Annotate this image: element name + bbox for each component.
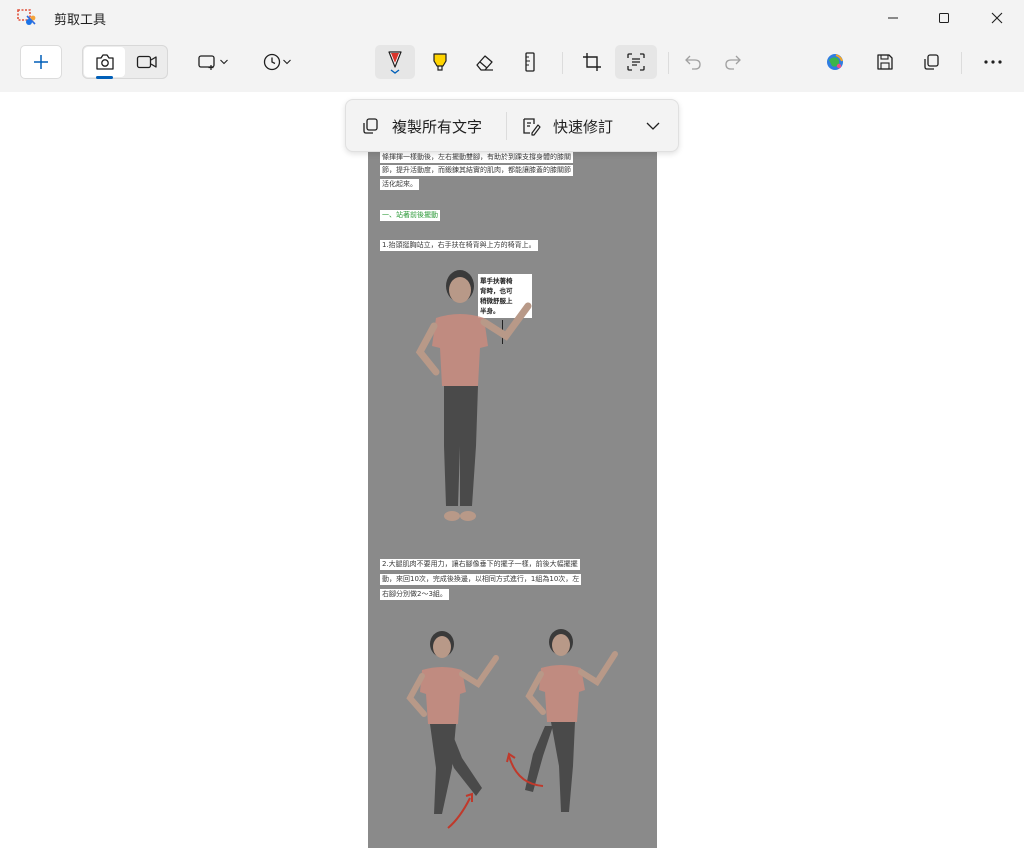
- doc-text-line: 動，來回10次，完成後換邊，以相同方式進行，1組為10次，左: [380, 574, 582, 585]
- snip-shape-dropdown[interactable]: [190, 45, 236, 79]
- copy-all-text-label: 複製所有文字: [392, 117, 483, 136]
- quick-redact-label: 快速修訂: [553, 117, 614, 136]
- eraser-button[interactable]: [465, 45, 505, 79]
- crop-icon: [583, 53, 601, 71]
- undo-button[interactable]: [673, 45, 713, 79]
- screenshot-mode-button[interactable]: [84, 47, 125, 77]
- person-swing-backward-illustration: [506, 629, 618, 812]
- doc-text-line: 活化起來。: [380, 179, 419, 190]
- text-actions-icon: [627, 53, 645, 71]
- camera-icon: [95, 54, 114, 70]
- highlighter-icon: [433, 53, 447, 71]
- save-icon: [877, 54, 893, 70]
- toolbar: [0, 36, 1024, 93]
- eraser-icon: [476, 55, 493, 71]
- video-mode-button[interactable]: [127, 47, 167, 77]
- minimize-button[interactable]: [868, 0, 918, 36]
- rectangle-snip-icon: [198, 55, 215, 70]
- doc-text-line: 節，提升活動度，而鍛鍊其結實的肌肉，都能讓膝蓋的膝關節: [380, 165, 573, 176]
- save-button[interactable]: [865, 45, 905, 79]
- undo-icon: [685, 55, 701, 70]
- snipping-tool-app-icon: [17, 9, 36, 25]
- chevron-down-icon: [220, 59, 228, 65]
- edit-in-paint3d-button[interactable]: [815, 45, 855, 79]
- text-actions-separator: [506, 112, 507, 140]
- doc-text-line: 右腳分別做2～3組。: [380, 589, 449, 600]
- doc-text-line: 2.大腿肌肉不要用力，讓右腳像垂下的擺子一樣，前後大幅擺擺: [380, 559, 580, 570]
- highlighter-button[interactable]: [420, 45, 460, 79]
- ballpoint-pen-icon: [388, 51, 402, 74]
- copy-icon: [924, 54, 939, 70]
- window-title: 剪取工具: [54, 13, 107, 28]
- redact-icon: [523, 118, 541, 136]
- maximize-button[interactable]: [919, 0, 969, 36]
- active-mode-indicator: [96, 76, 113, 79]
- close-button[interactable]: [972, 0, 1022, 36]
- crop-button[interactable]: [572, 45, 612, 79]
- doc-text-line: 1.抬頭挺胸站立，右手扶在椅背與上方的椅背上。: [380, 240, 538, 251]
- person-standing-illustration: [415, 270, 532, 521]
- video-camera-icon: [136, 55, 157, 69]
- plus-icon: [34, 55, 48, 69]
- doc-text-line: 條揮揮一樣動後，左右擺動雙腳，有助於到踝支撐身體的膝關: [380, 152, 573, 163]
- copy-button[interactable]: [911, 45, 951, 79]
- quick-redact-dropdown[interactable]: [638, 109, 668, 143]
- section-heading: 一、站著前後擺動: [380, 210, 440, 221]
- person-swing-forward-illustration: [406, 631, 499, 829]
- quick-redact-button[interactable]: 快速修訂: [521, 109, 613, 143]
- chevron-down-icon: [283, 59, 291, 65]
- maximize-icon: [939, 13, 949, 23]
- paint3d-icon: [827, 54, 843, 70]
- snipping-tool-window: 剪取工具 條揮揮一樣動後，左右擺動雙腳，有助於到踝支撐身體的膝關 節，提升活動度…: [0, 0, 1024, 856]
- text-actions-bar: 複製所有文字 快速修訂: [345, 99, 679, 152]
- minimize-icon: [888, 17, 898, 19]
- copy-all-text-button[interactable]: 複製所有文字: [360, 109, 482, 143]
- title-bar: 剪取工具: [0, 0, 1024, 36]
- more-icon: [984, 60, 1002, 64]
- copy-icon: [363, 118, 378, 134]
- toolbar-separator: [668, 52, 669, 74]
- ruler-icon: [525, 52, 535, 72]
- ruler-button[interactable]: [510, 45, 550, 79]
- clock-icon: [263, 53, 281, 71]
- ballpoint-pen-button[interactable]: [375, 45, 415, 79]
- text-actions-button[interactable]: [615, 45, 657, 79]
- delay-dropdown[interactable]: [254, 45, 300, 79]
- captured-image: 條揮揮一樣動後，左右擺動雙腳，有助於到踝支撐身體的膝關 節，提升活動度，而鍛鍊其…: [368, 148, 657, 848]
- new-snip-button[interactable]: [20, 45, 62, 79]
- toolbar-separator: [562, 52, 563, 74]
- redo-button[interactable]: [713, 45, 753, 79]
- toolbar-separator: [961, 52, 962, 74]
- chevron-down-icon: [646, 122, 660, 130]
- more-options-button[interactable]: [972, 45, 1014, 79]
- redo-icon: [725, 55, 741, 70]
- close-icon: [991, 12, 1003, 24]
